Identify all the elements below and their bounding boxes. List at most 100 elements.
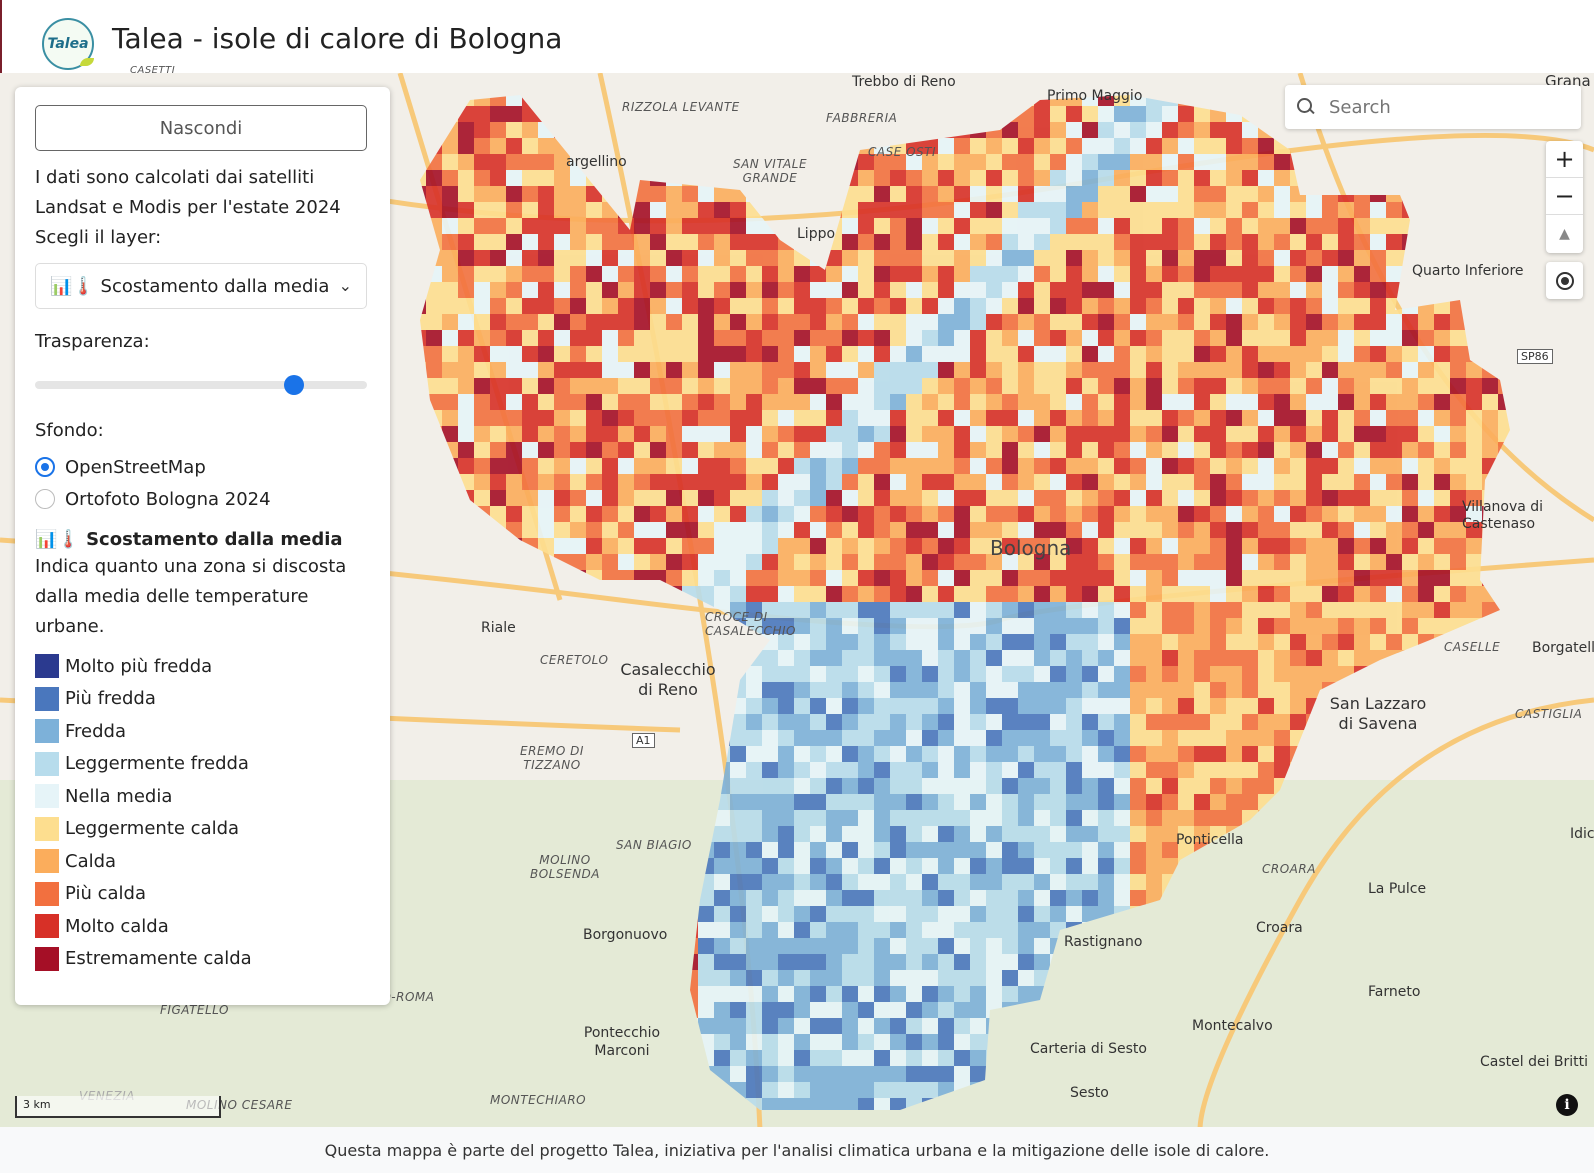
legend-swatch [35,719,59,744]
legend-label: Più fredda [65,688,156,710]
legend-description: Indica quanto una zona si discosta dalla… [35,556,347,637]
legend-swatch [35,849,59,874]
map-label: RIZZOLA LEVANTE [622,100,740,114]
legend-title: 📊🌡️ Scostamento dalla media [35,529,343,550]
map-label: Villanova di Castenaso [1462,499,1544,532]
map-label: Castel dei Britti [1480,1054,1589,1070]
map-label: A1 [632,733,655,748]
map-label: FIGATELLO [160,1003,229,1017]
map-label: Quarto Inferiore [1412,263,1524,279]
legend-swatch [35,881,59,906]
map-label: SAN BIAGIO [616,838,692,852]
legend-label: Leggermente calda [65,818,240,840]
map-label: Casalecchio di Reno [620,660,716,699]
radio-label: OpenStreetMap [65,456,206,478]
compass-button[interactable]: ▲ [1546,215,1583,252]
legend-label: Più calda [65,883,146,905]
transparency-slider[interactable] [35,375,367,395]
search-input[interactable] [1329,96,1559,118]
intro-line: Landsat e Modis per l'estate 2024 [35,197,341,218]
search-icon [1297,98,1315,116]
legend-swatch [35,686,59,711]
legend-item: Nella media [35,780,370,813]
footer: Questa mappa è parte del progetto Talea,… [0,1127,1594,1173]
map-label: SP86 [1517,349,1553,364]
map-label: Idice [1570,826,1594,842]
transparency-label: Trasparenza: [35,331,150,352]
legend-item: Calda [35,845,370,878]
legend-swatch [35,816,59,841]
map-label: EREMO DI TIZZANO [520,744,584,772]
map-label: Farneto [1368,984,1421,1000]
background-label: Sfondo: [35,420,104,441]
background-option-ortofoto[interactable]: Ortofoto Bologna 2024 [35,483,370,515]
legend-label: Calda [65,850,117,872]
map-label: Ponticella [1176,832,1244,848]
map-label: FABBRERIA [826,111,898,125]
scale-bar: 3 km [15,1096,221,1118]
map-label: CASELLE [1444,640,1501,654]
radio-button[interactable] [35,457,55,477]
map-label: SAN VITALE GRANDE [732,157,808,185]
map-label: Montecalvo [1192,1018,1273,1034]
legend-item: Leggermente calda [35,813,370,846]
legend-item: Estremamente calda [35,943,370,976]
geolocate-button[interactable] [1546,262,1583,299]
map-label: Riale [481,620,516,636]
legend-label: Fredda [65,720,127,742]
page-title: Talea - isole di calore di Bologna [112,22,563,55]
zoom-controls: + − ▲ [1546,141,1583,253]
legend-swatch [35,784,59,809]
talea-logo: Talea [42,18,94,70]
radio-label: Ortofoto Bologna 2024 [65,488,271,510]
map-label: Borgonuovo [583,927,668,943]
legend-item: Molto calda [35,910,370,943]
legend-swatch [35,946,59,971]
locate-icon [1555,271,1574,290]
layer-select[interactable]: 📊🌡️ Scostamento dalla media ⌄ [35,263,367,309]
hide-panel-button[interactable]: Nascondi [35,105,367,151]
intro-line: Scegli il layer: [35,227,162,248]
map-label: CROCE DI CASALECCHIO [705,610,796,638]
map-label: Lippo [797,226,836,242]
legend-swatch [35,914,59,939]
map-label: Bologna [990,536,1072,560]
layer-select-value: 📊🌡️ Scostamento dalla media [50,275,330,297]
legend-swatch [35,751,59,776]
map-label: CASETTI [130,65,176,76]
background-option-osm[interactable]: OpenStreetMap [35,451,370,483]
map-label: Sesto [1070,1085,1109,1101]
radio-button[interactable] [35,489,55,509]
zoom-out-button[interactable]: − [1546,178,1583,215]
info-button[interactable]: i [1556,1094,1578,1116]
map-label: CROARA [1262,862,1316,876]
legend-swatch [35,654,59,679]
zoom-in-button[interactable]: + [1546,141,1583,178]
map-label: MOLINO BOLSENDA [530,853,600,881]
layer-panel: Nascondi I dati sono calcolati dai satel… [15,87,390,1005]
legend-label: Leggermente fredda [65,753,249,775]
slider-thumb[interactable] [283,375,304,395]
map-label: La Pulce [1368,881,1427,897]
map-label: Carteria di Sesto [1030,1041,1147,1057]
legend-item: Molto più fredda [35,650,370,683]
map-label: Pontecchio Marconi [583,1025,661,1059]
map-label: Rastignano [1064,934,1143,950]
legend-label: Estremamente calda [65,948,252,970]
search-box[interactable] [1285,85,1581,129]
map-label: Croara [1256,920,1303,936]
slider-track [35,381,367,389]
map-label: San Lazzaro di Savena [1329,694,1427,733]
legend-label: Molto più fredda [65,655,213,677]
chevron-down-icon: ⌄ [338,276,352,295]
legend-label: Molto calda [65,915,169,937]
legend-item: Fredda [35,715,370,748]
legend: Molto più fredda Più fredda Fredda Leggerme… [35,650,370,975]
map-label: CASE OSTI [868,145,937,159]
map-label: Borgatella [1532,640,1594,656]
intro-line: I dati sono calcolati dai satelliti [35,167,315,188]
panel-intro: I dati sono calcolati dai satelliti Land… [35,163,370,253]
map-label: Primo Maggio [1047,88,1143,104]
map-label: argellino [566,154,627,170]
legend-item: Più calda [35,878,370,911]
